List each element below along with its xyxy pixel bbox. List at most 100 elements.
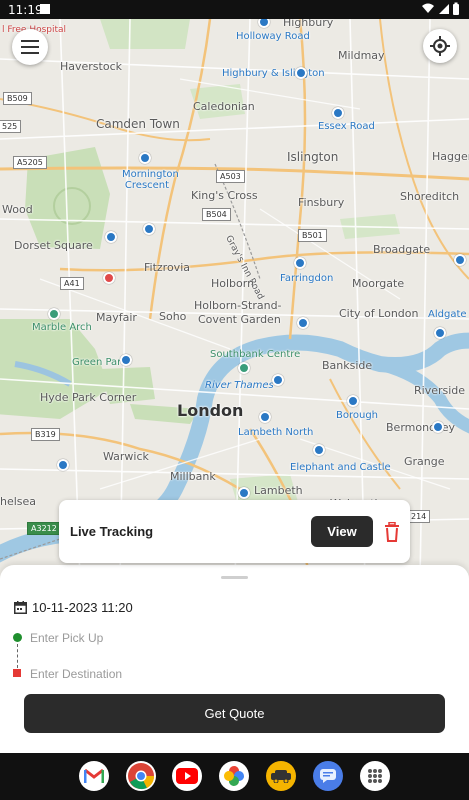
app-drawer-icon[interactable] (360, 761, 390, 791)
station-icon (297, 317, 309, 329)
station-icon (454, 254, 466, 266)
road-badge: B319 (31, 428, 60, 441)
station-icon (332, 107, 344, 119)
map-label: Finsbury (298, 196, 345, 209)
map-label: Shoreditch (400, 190, 460, 203)
map-label: Holborn (211, 277, 255, 290)
station-icon (143, 223, 155, 235)
map-label: Holborn-Strand- (194, 299, 282, 312)
map-label: Borough (336, 410, 379, 421)
map-label: River Thames (205, 380, 274, 391)
road-badge: B501 (298, 229, 327, 242)
map-label: Warwick (103, 450, 149, 463)
route-connector (17, 644, 18, 668)
trash-icon (385, 521, 399, 542)
station-icon (294, 257, 306, 269)
pickup-input[interactable]: Enter Pick Up (30, 631, 103, 645)
map-label: Wood (2, 203, 33, 216)
map-label: Green Park (72, 357, 128, 368)
map-label: Highbury & Islington (222, 68, 325, 79)
station-icon (272, 374, 284, 386)
photos-icon[interactable] (219, 761, 249, 791)
status-bar: 11:19 (0, 0, 469, 19)
map-label: Lambeth North (238, 427, 314, 438)
wifi-battery-icon (422, 2, 459, 15)
map-label: Bermondsey (386, 421, 456, 434)
station-icon (347, 395, 359, 407)
map-label: London (177, 401, 244, 420)
messages-icon[interactable] (313, 761, 343, 791)
station-icon (105, 231, 117, 243)
map-label: Dorset Square (14, 239, 93, 252)
datetime-row[interactable]: 10-11-2023 11:20 (14, 600, 133, 615)
station-icon (238, 362, 250, 374)
gps-locate-icon (430, 36, 450, 56)
calendar-icon (14, 601, 27, 614)
map-label: Covent Garden (198, 313, 281, 326)
station-icon (238, 487, 250, 499)
map-label: Mornington Crescent (122, 169, 179, 191)
station-icon (295, 67, 307, 79)
station-icon (139, 152, 151, 164)
map-label: Moorgate (352, 277, 405, 290)
road-badge: A3212 (27, 522, 61, 535)
drag-handle[interactable] (221, 576, 248, 579)
map-label: Hyde Park Corner (40, 391, 137, 404)
map-label: Haggers (432, 150, 469, 163)
taxi-app-icon[interactable] (266, 761, 296, 791)
station-icon (259, 411, 271, 423)
destination-marker-icon (13, 669, 21, 677)
map-label: Mildmay (338, 49, 385, 62)
map-label: Camden Town (96, 117, 180, 131)
locate-button[interactable] (423, 29, 457, 63)
status-icons (421, 2, 461, 21)
gmail-icon[interactable] (79, 761, 109, 791)
map-label: helsea (0, 495, 37, 508)
map-label: Highbury (283, 19, 334, 29)
map-label: Soho (159, 310, 187, 323)
station-icon (432, 421, 444, 433)
tracking-title: Live Tracking (70, 524, 154, 539)
datetime-text: 10-11-2023 11:20 (32, 600, 133, 615)
road-badge: 214 (407, 510, 431, 523)
status-time: 11:19 (8, 3, 43, 17)
map-label: Broadgate (373, 243, 431, 256)
road-badge: 525 (0, 120, 22, 133)
station-icon (434, 327, 446, 339)
hamburger-menu-icon (21, 40, 39, 54)
map-label: King's Cross (191, 189, 258, 202)
road-badge: A503 (216, 170, 245, 183)
map-label: Elephant and Castle (290, 462, 391, 473)
map-label: Southbank Centre (210, 349, 301, 360)
map-label: Essex Road (318, 121, 375, 132)
chrome-icon[interactable] (126, 761, 156, 791)
app-screen: 11:19 l Free Hospital Highbury Holloway … (0, 0, 469, 800)
road-badge: A41 (60, 277, 84, 290)
notification-icon (40, 4, 50, 14)
map-view[interactable]: l Free Hospital Highbury Holloway Road H… (0, 19, 469, 579)
map-label: Aldgate Ea (428, 309, 469, 320)
menu-button[interactable] (12, 29, 48, 65)
destination-input[interactable]: Enter Destination (30, 667, 122, 681)
map-label: Marble Arch (32, 322, 92, 333)
map-label: Caledonian (193, 100, 255, 113)
station-icon (57, 459, 69, 471)
youtube-icon[interactable] (172, 761, 202, 791)
map-label: Bankside (322, 359, 373, 372)
map-label: Mayfair (96, 311, 137, 324)
get-quote-button[interactable]: Get Quote (24, 694, 445, 733)
station-icon (120, 354, 132, 366)
pickup-marker-icon (13, 633, 22, 642)
map-label: Millbank (170, 470, 216, 483)
delete-button[interactable] (384, 521, 400, 542)
map-label: Farringdon (280, 273, 334, 284)
app-dock (0, 753, 469, 800)
road-badge: B504 (202, 208, 231, 221)
map-label: Holloway Road (236, 31, 310, 42)
station-icon (313, 444, 325, 456)
map-label: City of London (339, 307, 419, 320)
road-badge: A5205 (13, 156, 47, 169)
view-button[interactable]: View (311, 516, 373, 547)
road-badge: B509 (3, 92, 32, 105)
map-label: Fitzrovia (144, 261, 190, 274)
